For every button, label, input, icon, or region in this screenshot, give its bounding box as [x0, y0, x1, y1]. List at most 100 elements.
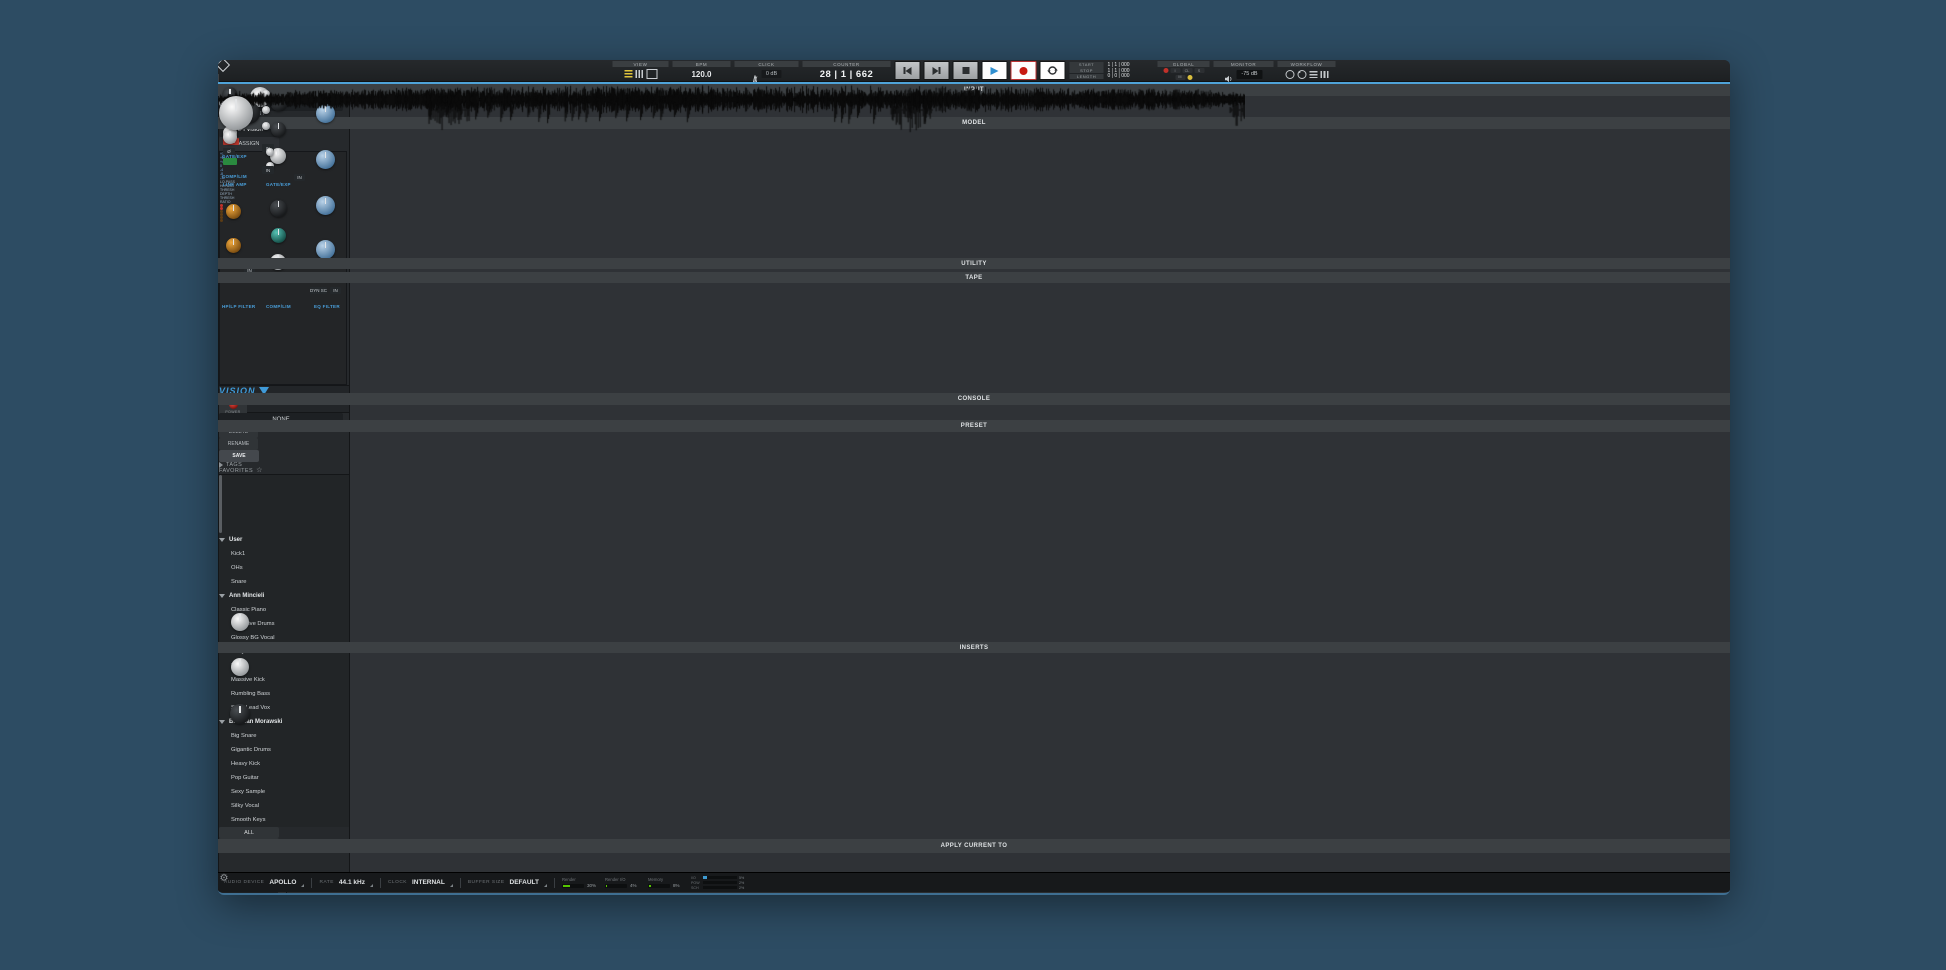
favorites-label: FAVORITES — [219, 468, 253, 474]
strip-comp-label: COMP/LIM — [222, 174, 247, 179]
click-db[interactable]: 0 dB — [762, 70, 781, 78]
monitor-section: MONITOR -75 dB — [1214, 61, 1274, 80]
stop-button[interactable] — [953, 61, 979, 80]
speaker-icon[interactable] — [1224, 70, 1233, 78]
preset-item[interactable]: Pop Guitar — [219, 771, 331, 785]
global-cl-chip[interactable]: CL — [1182, 68, 1192, 73]
apply-all-button[interactable]: ALL — [219, 827, 279, 838]
lmf-knob[interactable] — [316, 196, 335, 215]
render-io-meter-value: 4% — [630, 883, 637, 888]
global-input-chip[interactable]: I — [1170, 68, 1180, 73]
comp-ratio-knob[interactable] — [271, 228, 286, 243]
monitor-section-label: MONITOR — [1214, 61, 1274, 67]
record-button[interactable] — [1011, 61, 1037, 80]
status-items: AUDIO DEVICEAPOLLO RATE44.1 kHz CLOCKINTER… — [224, 873, 744, 892]
preset-item[interactable]: Rumbling Bass — [219, 687, 331, 701]
workflow-section-content — [1278, 68, 1336, 80]
preset-item[interactable]: Kick1 — [219, 547, 331, 561]
alt2-trim-knob[interactable] — [231, 658, 249, 676]
monitor-section-content: -75 dB — [1214, 68, 1274, 80]
luna-window: VIEWBPM120.0CLICK0 dBCOUNTER28 | 1 | 662… — [218, 60, 1730, 895]
bpm-value[interactable]: 120.0 — [691, 70, 711, 79]
preset-item-name: Snare — [231, 579, 246, 585]
preset-item[interactable]: Sexy Sample — [219, 785, 331, 799]
length-label: LENGTH — [1070, 74, 1104, 80]
strip-comp-mini-knob[interactable] — [266, 148, 274, 156]
sample-rate-select-fold-icon — [370, 884, 373, 887]
audio-device-select[interactable]: AUDIO DEVICEAPOLLO — [224, 879, 304, 887]
preset-item[interactable]: Big Snare — [219, 729, 331, 743]
mini-meter-label: I/O — [691, 876, 701, 880]
clock-select[interactable]: CLOCKINTERNAL — [388, 879, 453, 887]
workflow-mix-icon[interactable] — [1297, 70, 1306, 79]
play-button[interactable] — [982, 61, 1008, 80]
sample-rate-select[interactable]: RATE44.1 kHz — [319, 879, 372, 887]
preset-item-name: Smooth Keys — [231, 817, 265, 823]
preset-item[interactable]: OHs — [219, 561, 331, 575]
lf-knob[interactable] — [316, 240, 335, 259]
preset-item[interactable]: Gigantic Drums — [219, 743, 331, 757]
alt1-trim-knob[interactable] — [231, 613, 249, 631]
monitor-db-display[interactable]: -75 dB — [1236, 70, 1262, 79]
rename-button[interactable]: RENAME — [219, 438, 258, 450]
comp-thresh-knob[interactable] — [270, 200, 287, 217]
gate-in-chip[interactable]: IN — [294, 174, 305, 181]
buffer-size-select[interactable]: BUFFER SIZEDEFAULT — [468, 879, 547, 887]
lo-pass-knob[interactable] — [226, 204, 241, 219]
workflow-columns-icon[interactable] — [1320, 71, 1328, 78]
click-section-label: CLICK — [735, 61, 799, 67]
line-amp-label: LINE AMP — [223, 182, 247, 187]
loop-button[interactable] — [1040, 61, 1066, 80]
buffer-size-select-label: BUFFER SIZE — [468, 880, 505, 885]
strip-inserts-header: INSERTS — [218, 642, 1730, 653]
preset-item-name: Classic Piano — [231, 607, 266, 613]
hmf-knob[interactable] — [316, 150, 335, 169]
preset-item-name: Rumbling Bass — [231, 691, 270, 697]
ramp-chip[interactable] — [223, 158, 237, 165]
view-grid-icon[interactable] — [635, 70, 643, 78]
render-meter-value: 30% — [587, 883, 596, 888]
strip-gate-label: GATE/EXP — [222, 154, 247, 159]
eq-in-chip[interactable]: IN — [330, 287, 341, 294]
preset-item[interactable]: Smooth Keys — [219, 813, 331, 827]
save-button[interactable]: SAVE — [219, 450, 259, 462]
metronome-icon[interactable] — [752, 70, 759, 78]
counter-section: COUNTER28 | 1 | 662 — [803, 61, 891, 80]
monitor-level-knob[interactable] — [219, 96, 253, 130]
hi-pass-knob[interactable] — [226, 238, 241, 253]
skip-to-start-button[interactable] — [895, 61, 921, 80]
preset-item-name: Gigantic Drums — [231, 747, 271, 753]
preset-scrollbar[interactable] — [219, 475, 222, 533]
click-section: CLICK 0 dB — [735, 61, 799, 80]
render-io-meter-label: Render I/O — [605, 877, 641, 882]
loop-range-section: START1 | 1 | 000STOP1 | 1 | 000LENGTH0 |… — [1070, 61, 1154, 80]
memory-meter-label: Memory — [648, 877, 684, 882]
skip-start-icon — [904, 67, 912, 75]
global-record-indicator[interactable] — [1163, 68, 1168, 73]
ua-logo-icon — [218, 60, 231, 73]
global-tempo-indicator[interactable] — [1187, 75, 1192, 80]
strip-comp-in-chip[interactable]: IN — [262, 166, 274, 174]
mini-meter-label: SCH — [691, 886, 701, 890]
dim-amount-knob[interactable] — [230, 704, 250, 724]
workflow-record-icon[interactable] — [1285, 70, 1294, 79]
mini-meter-value: 2% — [739, 881, 744, 885]
workflow-list-icon[interactable] — [1309, 71, 1317, 78]
view-section: VIEW — [613, 61, 669, 80]
view-monitor-icon[interactable] — [646, 69, 657, 79]
global-mute-chip[interactable]: M — [1175, 75, 1185, 80]
preset-group[interactable]: Ann Mincieli — [219, 589, 335, 603]
preset-item[interactable]: Snare — [219, 575, 331, 589]
preset-item[interactable]: Heavy Kick — [219, 757, 331, 771]
skip-to-end-button[interactable] — [924, 61, 950, 80]
click-section-content: 0 dB — [735, 68, 799, 80]
counter-section-label: COUNTER — [803, 61, 891, 67]
preset-group[interactable]: User — [219, 533, 335, 547]
preset-item-name: Pop Guitar — [231, 775, 259, 781]
transport-bar: VIEWBPM120.0CLICK0 dBCOUNTER28 | 1 | 662… — [218, 60, 1730, 82]
dyn-sc-chip[interactable]: DYN SC — [310, 287, 327, 294]
preset-item[interactable]: Silky Vocal — [219, 799, 331, 813]
global-solo-chip[interactable]: S — [1194, 68, 1204, 73]
view-section-label: VIEW — [613, 61, 669, 67]
view-list-icon[interactable] — [624, 70, 632, 78]
